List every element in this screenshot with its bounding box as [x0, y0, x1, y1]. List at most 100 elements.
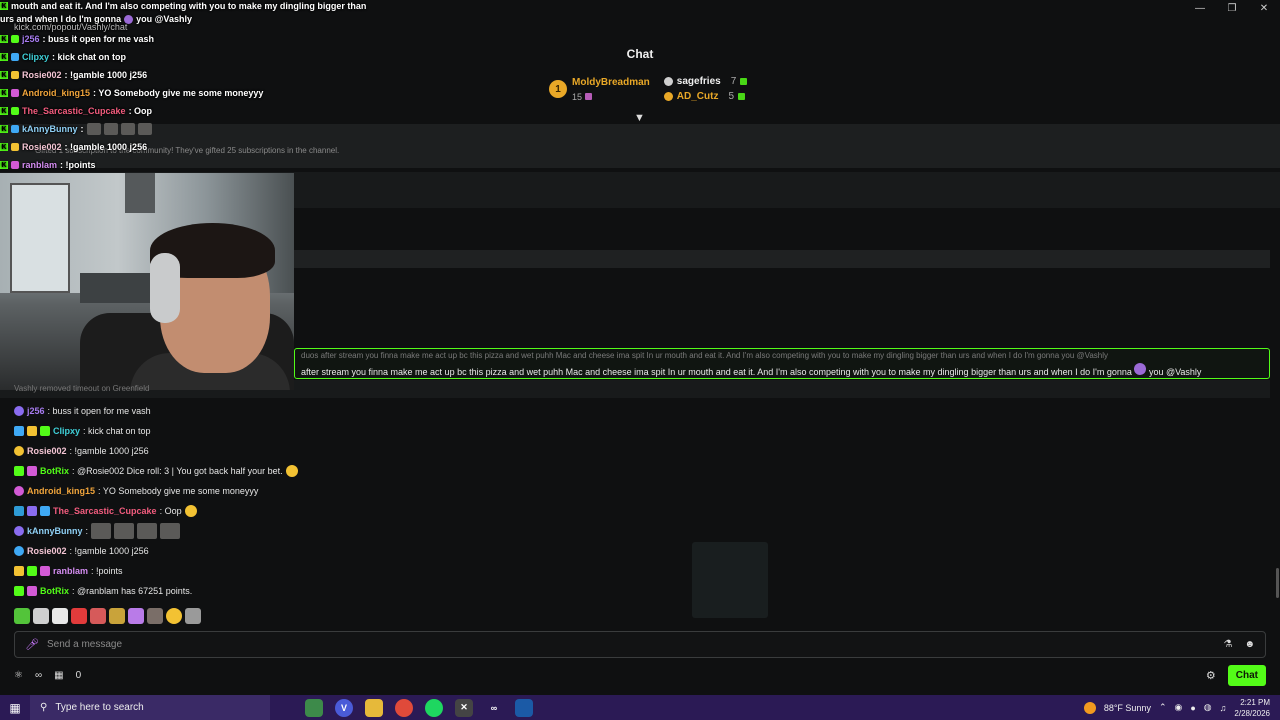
- emote-icon: [86, 123, 101, 135]
- close-icon[interactable]: ✕: [1248, 0, 1280, 16]
- wifi-icon[interactable]: ◍: [1204, 702, 1212, 713]
- leaderboard-first[interactable]: 1 MoldyBreadman 15: [549, 76, 650, 102]
- webcam-door: [10, 183, 70, 293]
- chat-username[interactable]: kAnnyBunny: [27, 526, 83, 536]
- clock[interactable]: 2:21 PM 2/28/2026: [1234, 697, 1270, 719]
- user-badge-icon: [11, 71, 19, 79]
- chat-username[interactable]: Clipxy: [53, 426, 80, 436]
- chat-message[interactable]: Rosie002: !gamble 1000 j256: [14, 441, 714, 461]
- emoji-icon: [184, 505, 197, 517]
- chat-message-text: : kick chat on top: [83, 426, 151, 436]
- clock-time: 2:21 PM: [1240, 697, 1270, 707]
- emote-icon[interactable]: [33, 608, 49, 624]
- microphone-icon[interactable]: 🎤︎: [25, 638, 39, 651]
- chat-username[interactable]: ranblam: [53, 566, 88, 576]
- chrome-icon[interactable]: [395, 698, 413, 717]
- chat-username[interactable]: The_Sarcastic_Cupcake: [53, 506, 157, 516]
- file-explorer-icon[interactable]: [365, 698, 383, 717]
- overlay-username: The_Sarcastic_Cupcake: [22, 106, 126, 116]
- link-icon[interactable]: ∞: [485, 699, 503, 717]
- chat-message[interactable]: Clipxy: kick chat on top: [14, 421, 714, 441]
- infinity-icon[interactable]: ∞: [35, 670, 42, 681]
- volume-icon[interactable]: ♫: [1220, 703, 1227, 713]
- user-badge-icon: [27, 466, 37, 476]
- restore-icon[interactable]: ❐: [1216, 0, 1248, 16]
- gift-leaderboard: 1 MoldyBreadman 15 sagefries 7 AD_Cutz 5: [549, 76, 748, 102]
- gift-icon: [740, 78, 748, 85]
- tray-chevron-icon[interactable]: ⌃: [1159, 702, 1167, 713]
- xbox-icon[interactable]: ✕: [455, 698, 473, 717]
- app-window: — ❐ ✕ Gifted 1 subscription to the commu…: [0, 0, 1280, 720]
- chat-username[interactable]: Android_king15: [27, 486, 95, 496]
- chat-username[interactable]: BotRix: [40, 586, 69, 596]
- chat-message-text: : !gamble 1000 j256: [69, 446, 149, 456]
- chat-message[interactable]: j256: buss it open for me vash: [14, 401, 714, 421]
- emote-icon[interactable]: [185, 608, 201, 624]
- overlay-chat-line: K Rosie002: !gamble 1000 j256: [0, 138, 380, 156]
- tray-app-icon[interactable]: ◉: [1175, 702, 1183, 713]
- overlay-message: : buss it open for me vash: [42, 34, 155, 44]
- spotify-icon[interactable]: [425, 698, 443, 717]
- taskbar-search[interactable]: ⚲ Type here to search: [30, 695, 270, 720]
- user-badge-icon: [14, 526, 24, 536]
- chat-message-input[interactable]: [47, 639, 1212, 650]
- vivaldi-icon[interactable]: V: [335, 698, 353, 717]
- send-chat-button[interactable]: Chat: [1227, 664, 1266, 686]
- chat-username[interactable]: Rosie002: [27, 546, 67, 556]
- blurred-thumbnail: [692, 542, 768, 618]
- steam-icon[interactable]: [515, 698, 533, 717]
- overlay-line-text: mouth and eat it. And I'm also competing…: [11, 1, 367, 11]
- leaderboard-third[interactable]: AD_Cutz 5: [663, 91, 747, 102]
- user-badge-icon: [40, 566, 50, 576]
- user-badge-icon: [14, 426, 24, 436]
- overlay-chat-line: Kj256: buss it open for me vash: [0, 30, 380, 48]
- emote-icon[interactable]: [90, 608, 106, 624]
- points-count: 0: [75, 669, 82, 681]
- gear-icon[interactable]: ⚙: [1206, 669, 1216, 682]
- chat-message-text: : YO Somebody give me some moneyyy: [98, 486, 259, 496]
- microphone-tray-icon[interactable]: ●: [1190, 703, 1195, 713]
- windows-start-icon[interactable]: ▦: [0, 695, 30, 720]
- user-badge-icon: [11, 143, 19, 151]
- emote-bar: [14, 608, 201, 624]
- minimize-icon[interactable]: —: [1184, 0, 1216, 16]
- widget-icon[interactable]: [305, 698, 323, 717]
- chatters-icon[interactable]: ⚛: [14, 670, 23, 681]
- emote-icon[interactable]: [52, 608, 68, 624]
- overlay-message: : !gamble 1000 j256: [64, 142, 148, 152]
- chat-footer: ⚛ ∞ ▦ 0 ⚙ Chat: [14, 664, 1266, 686]
- chat-message[interactable]: Rosie002: !gamble 1000 j256: [14, 541, 714, 561]
- chat-username[interactable]: j256: [27, 406, 45, 416]
- overlay-username: Clipxy: [22, 52, 50, 62]
- user-badge-icon: [14, 506, 24, 516]
- chat-username[interactable]: BotRix: [40, 466, 69, 476]
- emote-icon[interactable]: [14, 608, 30, 624]
- taskbar: ▦ ⚲ Type here to search V ✕ ∞ 88°F Sunny…: [0, 695, 1280, 720]
- emote-icon[interactable]: [147, 608, 163, 624]
- chat-username[interactable]: Rosie002: [27, 446, 67, 456]
- emote-icon[interactable]: [71, 608, 87, 624]
- chat-message[interactable]: BotRix: @ranblam has 67251 points.: [14, 581, 714, 601]
- weather-text[interactable]: 88°F Sunny: [1104, 703, 1151, 713]
- overlay-username: ranblam: [22, 160, 58, 170]
- scrollbar[interactable]: [1276, 568, 1279, 598]
- chat-message[interactable]: ranblam: !points: [14, 561, 714, 581]
- chat-message[interactable]: The_Sarcastic_Cupcake: Oop: [14, 501, 714, 521]
- chat-message[interactable]: BotRix: @Rosie002 Dice roll: 3 | You got…: [14, 461, 714, 481]
- leaderboard-second[interactable]: sagefries 7: [663, 76, 748, 87]
- emote-icon[interactable]: [109, 608, 125, 624]
- emote-icon[interactable]: [128, 608, 144, 624]
- user-badge-icon: [11, 107, 19, 115]
- user-badge-icon: [40, 426, 50, 436]
- store-icon[interactable]: ▦: [54, 670, 63, 681]
- bronze-medal-icon: [663, 92, 673, 101]
- translate-icon[interactable]: ⚗: [1224, 639, 1233, 650]
- collapse-icon[interactable]: ▼: [634, 112, 645, 124]
- chat-message[interactable]: Android_king15: YO Somebody give me some…: [14, 481, 714, 501]
- overlay-chat-line: KkAnnyBunny:: [0, 120, 380, 138]
- chat-input-box: 🎤︎ ⚗ ☻: [14, 631, 1266, 658]
- chat-message[interactable]: kAnnyBunny:: [14, 521, 714, 541]
- overlay-chat-line: K Clipxy: kick chat on top: [0, 48, 380, 66]
- emote-icon[interactable]: [166, 608, 182, 624]
- emoji-picker-icon[interactable]: ☻: [1244, 639, 1255, 650]
